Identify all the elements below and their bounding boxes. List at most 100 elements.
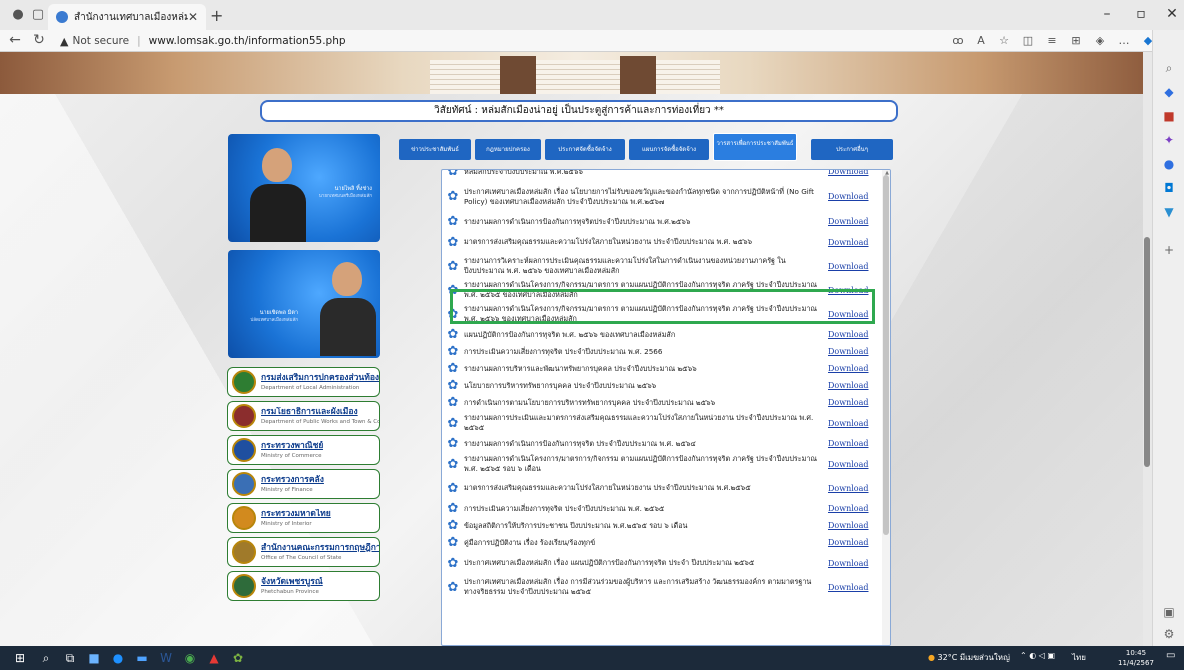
hide-sidebar-icon[interactable]: ▣ — [1161, 604, 1177, 620]
download-link[interactable]: Download — [828, 504, 878, 513]
download-link[interactable]: Download — [828, 381, 878, 390]
download-link[interactable]: Download — [828, 330, 878, 339]
app-icon[interactable]: ✿ — [230, 650, 246, 666]
favorite-star-icon[interactable]: ☆ — [996, 34, 1012, 47]
pdf-icon[interactable]: ▲ — [206, 650, 222, 666]
document-title: รายงานผลการประเมินและมาตรการส่งเสริมคุณธ… — [464, 413, 814, 432]
settings-icon[interactable]: ⚙ — [1161, 626, 1177, 642]
shopping-icon[interactable]: ■ — [1161, 108, 1177, 124]
flower-bullet-icon: ✿ — [447, 214, 459, 229]
language-indicator[interactable]: ไทย — [1072, 651, 1086, 664]
download-link[interactable]: Download — [828, 170, 878, 176]
taskbar-search-icon[interactable]: ⌕ — [38, 650, 54, 666]
agency-name: กรมส่งเสริมการปกครองส่วนท้องถิ่น — [261, 372, 379, 383]
flower-bullet-icon: ✿ — [447, 327, 459, 342]
outlook-icon[interactable]: ◘ — [1161, 180, 1177, 196]
panel-scrollbar[interactable]: ▲ — [882, 170, 890, 645]
agency-link[interactable]: กรมโยธาธิการและผังเมือง Department of Pub… — [227, 401, 380, 431]
agency-name: กระทรวงพาณิชย์ — [261, 440, 324, 451]
page-scroll-thumb[interactable] — [1144, 237, 1150, 467]
tab-procurement-plan[interactable]: แผนการจัดซื้อจัดจ้าง — [629, 139, 709, 160]
task-view-icon[interactable]: ⧉ — [62, 650, 78, 666]
tab-news[interactable]: ข่าวประชาสัมพันธ์ — [399, 139, 471, 160]
back-icon[interactable]: ← — [6, 32, 24, 48]
flower-bullet-icon: ✿ — [447, 579, 459, 595]
agency-name: สำนักงานคณะกรรมการกฤษฎีกา — [261, 542, 379, 553]
add-sidebar-icon[interactable]: + — [1161, 242, 1177, 258]
collections-icon[interactable]: ⊞ — [1068, 34, 1084, 47]
drop-icon[interactable]: ▼ — [1161, 204, 1177, 220]
document-title: รายงานผลการดำเนินการป้องกันการทุจริต ประ… — [464, 438, 696, 448]
close-tab-icon[interactable]: ✕ — [188, 10, 198, 24]
download-link[interactable]: Download — [828, 559, 878, 568]
download-link[interactable]: Download — [828, 538, 878, 547]
profile-icon[interactable]: ● — [10, 7, 26, 23]
download-link[interactable]: Download — [828, 364, 878, 373]
tab-actions-icon[interactable]: ▢ — [30, 7, 46, 23]
mail-icon[interactable]: ▬ — [134, 650, 150, 666]
download-link[interactable]: Download — [828, 217, 878, 226]
download-link[interactable]: Download — [828, 310, 878, 319]
agency-link[interactable]: สำนักงานคณะกรรมการกฤษฎีกา Office of The C… — [227, 537, 380, 567]
agency-link[interactable]: กระทรวงพาณิชย์ Ministry of Commerce — [227, 435, 380, 465]
document-title: แผนปฏิบัติการป้องกันการทุจริต พ.ศ. ๒๕๖๖ … — [464, 329, 676, 339]
flower-bullet-icon: ✿ — [447, 555, 459, 571]
download-link[interactable]: Download — [828, 484, 878, 493]
copilot-diamond-icon[interactable]: ◆ — [1161, 84, 1177, 100]
download-link[interactable]: Download — [828, 347, 878, 356]
search-icon[interactable]: ⌕ — [1161, 60, 1177, 76]
download-link[interactable]: Download — [828, 398, 878, 407]
agency-sub: Phetchabun Province — [261, 588, 319, 595]
tools-icon[interactable]: ✦ — [1161, 132, 1177, 148]
new-tab-button[interactable]: + — [210, 6, 223, 25]
tray-icons[interactable]: ⌃ ◐ ◁ ▣ — [1020, 651, 1055, 660]
split-screen-icon[interactable]: ◫ — [1020, 34, 1036, 47]
chrome-icon[interactable]: ◉ — [182, 650, 198, 666]
download-link[interactable]: Download — [828, 521, 878, 530]
document-title: มาตรการส่งเสริมคุณธรรมและความโปร่งใสภายใ… — [464, 483, 751, 492]
download-link[interactable]: Download — [828, 460, 878, 469]
document-title: ข้อมูลสถิติการให้บริการประชาชน ปีงบประมา… — [464, 520, 688, 530]
panel-scroll-thumb[interactable] — [883, 175, 889, 535]
clock[interactable]: 10:45 11/4/2567 — [1118, 648, 1154, 668]
page-scrollbar[interactable] — [1143, 52, 1152, 646]
agency-link[interactable]: จังหวัดเพชรบูรณ์ Phetchabun Province — [227, 571, 380, 601]
flower-bullet-icon: ✿ — [447, 361, 459, 376]
tab-other[interactable]: ประกาศอื่นๆ — [811, 139, 893, 160]
agency-link[interactable]: กรมส่งเสริมการปกครองส่วนท้องถิ่น Departme… — [227, 367, 380, 397]
close-window-icon[interactable]: ✕ — [1162, 6, 1182, 22]
download-link[interactable]: Download — [828, 286, 878, 295]
favorites-icon[interactable]: ≡ — [1044, 34, 1060, 47]
download-link[interactable]: Download — [828, 262, 878, 271]
tab-law[interactable]: กฎหมายปกครอง — [475, 139, 541, 160]
download-link[interactable]: Download — [828, 439, 878, 448]
minimize-icon[interactable]: – — [1097, 6, 1117, 22]
agency-link[interactable]: กระทรวงมหาดไทย Ministry of Interior — [227, 503, 380, 533]
document-row: ✿ มาตรการส่งเสริมคุณธรรมและความโปร่งใสภาย… — [442, 476, 884, 500]
download-link[interactable]: Download — [828, 419, 878, 428]
read-aloud-icon[interactable]: ꝏ — [950, 34, 966, 47]
document-row: ✿ รายงานผลการดำเนินโครงการ/กิจกรรม/มาตรกา… — [442, 278, 884, 302]
download-link[interactable]: Download — [828, 192, 878, 201]
flower-bullet-icon: ✿ — [447, 306, 459, 322]
download-link[interactable]: Download — [828, 238, 878, 247]
games-icon[interactable]: ● — [1161, 156, 1177, 172]
refresh-icon[interactable]: ↻ — [30, 32, 48, 48]
extensions-icon[interactable]: ◈ — [1092, 34, 1108, 47]
browser-tab[interactable]: สำนักงานเทศบาลเมืองหล่มสัก ✕ — [48, 4, 206, 30]
file-explorer-icon[interactable]: ■ — [86, 650, 102, 666]
edge-taskbar-icon[interactable]: ● — [110, 650, 126, 666]
start-icon[interactable]: ⊞ — [12, 650, 28, 666]
url-field[interactable]: ▲ Not secure | www.lomsak.go.th/informat… — [60, 32, 930, 50]
download-link[interactable]: Download — [828, 583, 878, 592]
more-menu-icon[interactable]: … — [1116, 34, 1132, 47]
notification-icon[interactable]: ▭ — [1166, 650, 1175, 661]
tab-journal[interactable]: วารสารเพื่อการประชาสัมพันธ์ — [713, 133, 797, 161]
agency-link[interactable]: กระทรวงการคลัง Ministry of Finance — [227, 469, 380, 499]
tab-procurement[interactable]: ประกาศจัดซื้อจัดจ้าง — [545, 139, 625, 160]
text-size-icon[interactable]: A — [973, 34, 989, 47]
weather-text[interactable]: ● 32°C มีเมฆส่วนใหญ่ — [928, 651, 1010, 664]
agency-sub: Ministry of Interior — [261, 520, 312, 527]
word-icon[interactable]: W — [158, 650, 174, 666]
restore-icon[interactable]: ▫ — [1131, 6, 1151, 22]
